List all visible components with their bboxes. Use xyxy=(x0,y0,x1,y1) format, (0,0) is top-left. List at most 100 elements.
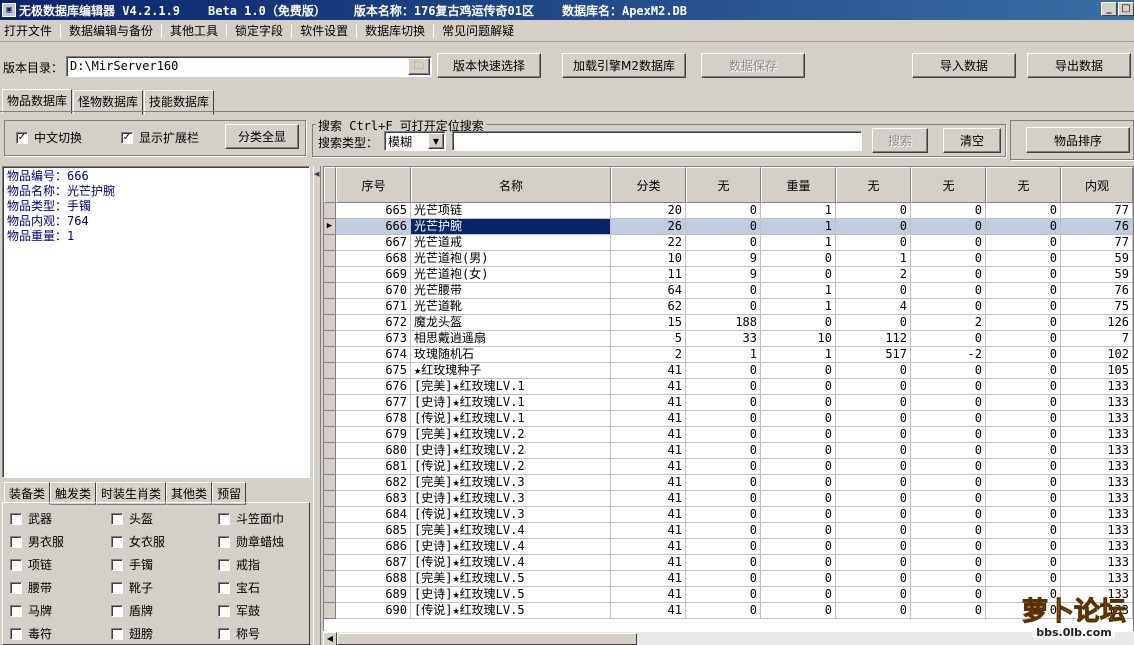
table-cell[interactable]: 0 xyxy=(911,379,986,395)
table-cell[interactable]: 0 xyxy=(911,219,986,235)
sort-button[interactable]: 物品排序 xyxy=(1026,127,1130,153)
table-cell[interactable]: 0 xyxy=(911,523,986,539)
table-row[interactable]: 674 玫瑰随机石 2 1 1 517 -2 0 102 xyxy=(324,347,1133,363)
table-cell[interactable]: 9 xyxy=(686,267,761,283)
table-cell[interactable]: 0 xyxy=(836,235,911,251)
table-cell[interactable]: 10 xyxy=(761,331,836,347)
table-cell[interactable]: 0 xyxy=(761,555,836,571)
table-cell[interactable]: 672 xyxy=(336,315,411,331)
category-checkbox[interactable]: 马牌 xyxy=(10,602,52,619)
table-cell[interactable]: 0 xyxy=(986,251,1061,267)
column-header[interactable]: 分类 xyxy=(611,167,686,203)
table-row[interactable]: 671 光芒道靴 62 0 1 4 0 0 75 xyxy=(324,299,1133,315)
table-cell[interactable]: 671 xyxy=(336,299,411,315)
table-cell[interactable]: 0 xyxy=(986,395,1061,411)
column-header[interactable]: 无 xyxy=(986,167,1061,203)
save-button[interactable]: 数据保存 xyxy=(701,53,805,78)
table-cell[interactable]: 687 xyxy=(336,555,411,571)
table-cell[interactable]: 679 xyxy=(336,427,411,443)
table-row[interactable]: 670 光芒腰带 64 0 1 0 0 0 76 xyxy=(324,283,1133,299)
table-cell[interactable]: 0 xyxy=(686,219,761,235)
table-cell[interactable]: [完美]★红玫瑰LV.4 xyxy=(411,523,611,539)
table-cell[interactable]: 688 xyxy=(336,571,411,587)
table-cell[interactable]: 0 xyxy=(911,475,986,491)
table-cell[interactable]: 0 xyxy=(761,251,836,267)
column-header[interactable]: 名称 xyxy=(411,167,611,203)
table-cell[interactable]: 0 xyxy=(986,299,1061,315)
table-cell[interactable]: 133 xyxy=(1061,459,1133,475)
table-cell[interactable]: 0 xyxy=(911,571,986,587)
row-indicator[interactable] xyxy=(324,395,336,411)
table-cell[interactable]: 0 xyxy=(836,475,911,491)
table-cell[interactable]: 0 xyxy=(686,427,761,443)
table-cell[interactable]: 光芒道袍(男) xyxy=(411,251,611,267)
table-cell[interactable]: 1 xyxy=(761,347,836,363)
table-cell[interactable]: [传说]★红玫瑰LV.1 xyxy=(411,411,611,427)
table-cell[interactable]: 678 xyxy=(336,411,411,427)
table-cell[interactable]: 0 xyxy=(686,379,761,395)
table-cell[interactable]: 0 xyxy=(986,379,1061,395)
table-cell[interactable]: 0 xyxy=(761,411,836,427)
row-indicator[interactable] xyxy=(324,363,336,379)
row-indicator[interactable] xyxy=(324,427,336,443)
column-header[interactable]: 重量 xyxy=(761,167,836,203)
table-cell[interactable]: 41 xyxy=(611,443,686,459)
row-indicator[interactable] xyxy=(324,475,336,491)
table-cell[interactable]: 133 xyxy=(1061,411,1133,427)
table-cell[interactable]: 0 xyxy=(911,203,986,219)
menu-data-edit-backup[interactable]: 数据编辑与备份 xyxy=(65,22,157,39)
table-cell[interactable]: 0 xyxy=(686,299,761,315)
table-cell[interactable]: 0 xyxy=(686,571,761,587)
table-cell[interactable]: 0 xyxy=(836,523,911,539)
table-cell[interactable]: 0 xyxy=(911,539,986,555)
table-cell[interactable]: 光芒腰带 xyxy=(411,283,611,299)
maximize-icon[interactable]: □ xyxy=(1118,2,1134,16)
table-cell[interactable]: 112 xyxy=(836,331,911,347)
table-cell[interactable]: 0 xyxy=(911,251,986,267)
table-cell[interactable]: 665 xyxy=(336,203,411,219)
table-row[interactable]: 683 [史诗]★红玫瑰LV.3 41 0 0 0 0 0 133 xyxy=(324,491,1133,507)
table-cell[interactable]: 相思戴逍遥扇 xyxy=(411,331,611,347)
dir-input[interactable]: D:\MirServer160 xyxy=(66,56,432,77)
table-cell[interactable]: 0 xyxy=(686,491,761,507)
menu-faq[interactable]: 常见问题解疑 xyxy=(438,22,518,39)
category-checkbox[interactable]: 头盔 xyxy=(111,510,153,527)
table-cell[interactable]: 光芒道戒 xyxy=(411,235,611,251)
table-cell[interactable]: 41 xyxy=(611,587,686,603)
table-cell[interactable]: 0 xyxy=(686,603,761,619)
table-cell[interactable]: 10 xyxy=(611,251,686,267)
chinese-toggle[interactable]: ✓ 中文切换 xyxy=(16,129,82,146)
table-cell[interactable]: 41 xyxy=(611,379,686,395)
category-checkbox[interactable]: 宝石 xyxy=(218,579,260,596)
table-cell[interactable]: 676 xyxy=(336,379,411,395)
menu-settings[interactable]: 软件设置 xyxy=(296,22,352,39)
table-cell[interactable]: [史诗]★红玫瑰LV.5 xyxy=(411,587,611,603)
table-row[interactable]: 681 [传说]★红玫瑰LV.2 41 0 0 0 0 0 133 xyxy=(324,459,1133,475)
table-cell[interactable]: 0 xyxy=(986,203,1061,219)
table-cell[interactable]: 0 xyxy=(986,539,1061,555)
table-cell[interactable]: 0 xyxy=(986,507,1061,523)
horizontal-scrollbar[interactable]: ◀ xyxy=(323,631,1134,645)
clear-button[interactable]: 清空 xyxy=(943,128,1001,153)
table-cell[interactable]: 0 xyxy=(761,571,836,587)
row-indicator[interactable] xyxy=(324,331,336,347)
table-row[interactable]: 678 [传说]★红玫瑰LV.1 41 0 0 0 0 0 133 xyxy=(324,411,1133,427)
table-cell[interactable]: 667 xyxy=(336,235,411,251)
table-cell[interactable]: 光芒项链 xyxy=(411,203,611,219)
table-row[interactable]: 688 [完美]★红玫瑰LV.5 41 0 0 0 0 0 133 xyxy=(324,571,1133,587)
table-cell[interactable]: 0 xyxy=(911,299,986,315)
table-cell[interactable]: 0 xyxy=(911,267,986,283)
table-cell[interactable]: 0 xyxy=(686,459,761,475)
table-cell[interactable]: 0 xyxy=(911,411,986,427)
scroll-thumb[interactable] xyxy=(337,633,637,645)
row-indicator[interactable] xyxy=(324,267,336,283)
table-cell[interactable]: 668 xyxy=(336,251,411,267)
table-cell[interactable]: 59 xyxy=(1061,267,1133,283)
category-checkbox[interactable]: 武器 xyxy=(10,510,52,527)
row-indicator[interactable] xyxy=(324,203,336,219)
table-cell[interactable]: -2 xyxy=(911,347,986,363)
table-cell[interactable]: 0 xyxy=(911,587,986,603)
table-cell[interactable]: 0 xyxy=(911,395,986,411)
table-cell[interactable]: 0 xyxy=(761,587,836,603)
table-cell[interactable]: 0 xyxy=(986,267,1061,283)
